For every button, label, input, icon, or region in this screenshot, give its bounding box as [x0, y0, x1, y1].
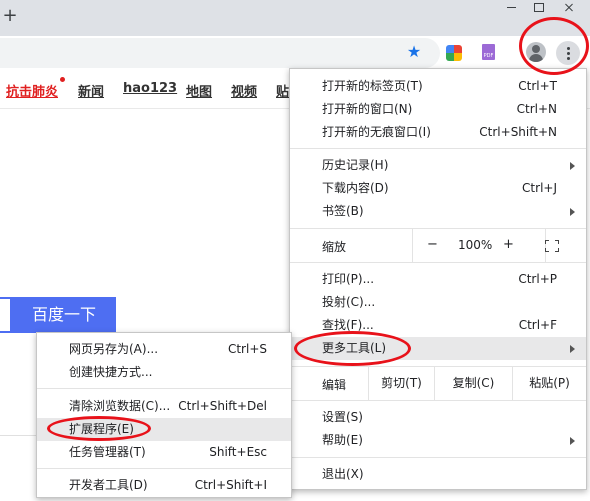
edit-label: 编辑	[322, 378, 347, 392]
maximize-button[interactable]	[524, 0, 554, 14]
nav-link-news[interactable]: 新闻	[78, 81, 104, 100]
copy-button[interactable]: 复制(C)	[434, 367, 512, 400]
menu-item-find[interactable]: 查找(F)... Ctrl+F	[290, 314, 586, 337]
menu-item-settings[interactable]: 设置(S)	[290, 406, 586, 429]
more-tools-submenu: 网页另存为(A)... Ctrl+S 创建快捷方式... 清除浏览数据(C)..…	[36, 332, 292, 498]
zoom-out-button[interactable]: −	[427, 237, 438, 252]
menu-item-incognito[interactable]: 打开新的无痕窗口(I) Ctrl+Shift+N	[290, 121, 586, 144]
chrome-main-menu: 打开新的标签页(T) Ctrl+T 打开新的窗口(N) Ctrl+N 打开新的无…	[289, 68, 587, 490]
menu-item-new-window[interactable]: 打开新的窗口(N) Ctrl+N	[290, 98, 586, 121]
kebab-dot-icon	[566, 52, 570, 55]
submenu-item-extensions[interactable]: 扩展程序(E)	[37, 418, 291, 441]
submenu-arrow-icon	[570, 437, 575, 445]
zoom-label: 缩放	[322, 240, 347, 254]
nav-link-tieba[interactable]: 贴	[276, 81, 289, 100]
kebab-dot-icon	[566, 57, 570, 60]
baidu-search-button[interactable]: 百度一下	[12, 297, 116, 333]
submenu-arrow-icon	[570, 208, 575, 216]
bookmark-star-icon[interactable]: ★	[406, 44, 422, 60]
nav-link-antiepidemic[interactable]: 抗击肺炎	[6, 81, 58, 100]
submenu-item-save-page[interactable]: 网页另存为(A)... Ctrl+S	[37, 338, 291, 361]
zoom-level: 100%	[458, 238, 493, 252]
menu-item-help[interactable]: 帮助(E)	[290, 429, 586, 452]
profile-avatar-icon[interactable]	[526, 42, 546, 62]
submenu-item-task-manager[interactable]: 任务管理器(T) Shift+Esc	[37, 441, 291, 464]
menu-item-print[interactable]: 打印(P)... Ctrl+P	[290, 268, 586, 291]
menu-item-bookmarks[interactable]: 书签(B)	[290, 200, 586, 223]
menu-item-history[interactable]: 历史记录(H)	[290, 154, 586, 177]
address-bar[interactable]	[0, 38, 440, 68]
paste-button[interactable]: 粘贴(P)	[512, 367, 586, 400]
new-tab-button[interactable]: +	[2, 6, 18, 26]
extension-pdf-icon[interactable]	[482, 44, 495, 60]
title-bar: +	[0, 0, 590, 36]
nav-link-map[interactable]: 地图	[186, 81, 212, 100]
nav-link-hao123[interactable]: hao123	[123, 81, 177, 96]
menu-separator	[290, 457, 586, 458]
chrome-menu-button[interactable]	[556, 41, 580, 65]
menu-item-exit[interactable]: 退出(X)	[290, 463, 586, 486]
menu-item-new-tab[interactable]: 打开新的标签页(T) Ctrl+T	[290, 75, 586, 98]
submenu-item-dev-tools[interactable]: 开发者工具(D) Ctrl+Shift+I	[37, 474, 291, 497]
menu-zoom-row: 缩放 − 100% +	[290, 229, 586, 262]
menu-separator	[37, 388, 291, 389]
minimize-button[interactable]	[496, 0, 526, 14]
cut-button[interactable]: 剪切(T)	[368, 367, 434, 400]
close-window-button[interactable]	[554, 0, 584, 14]
zoom-controls: − 100% +	[412, 229, 546, 262]
submenu-arrow-icon	[570, 345, 575, 353]
zoom-in-button[interactable]: +	[503, 237, 514, 252]
menu-separator	[37, 468, 291, 469]
divider	[0, 435, 40, 436]
submenu-item-clear-data[interactable]: 清除浏览数据(C)... Ctrl+Shift+Del	[37, 395, 291, 418]
menu-edit-row: 编辑 剪切(T) 复制(C) 粘贴(P)	[290, 367, 586, 400]
kebab-dot-icon	[566, 47, 570, 50]
submenu-item-create-shortcut[interactable]: 创建快捷方式...	[37, 361, 291, 384]
notification-dot	[60, 77, 65, 82]
submenu-arrow-icon	[570, 162, 575, 170]
search-input[interactable]	[0, 297, 12, 333]
nav-link-video[interactable]: 视频	[231, 81, 257, 100]
menu-item-more-tools[interactable]: 更多工具(L)	[290, 337, 586, 360]
extension-colorful-icon[interactable]	[446, 45, 462, 61]
menu-separator	[290, 148, 586, 149]
fullscreen-icon[interactable]	[545, 240, 559, 252]
menu-separator	[290, 262, 586, 263]
toolbar: ★	[0, 36, 590, 71]
menu-item-downloads[interactable]: 下载内容(D) Ctrl+J	[290, 177, 586, 200]
menu-item-cast[interactable]: 投射(C)...	[290, 291, 586, 314]
menu-separator	[290, 400, 586, 401]
